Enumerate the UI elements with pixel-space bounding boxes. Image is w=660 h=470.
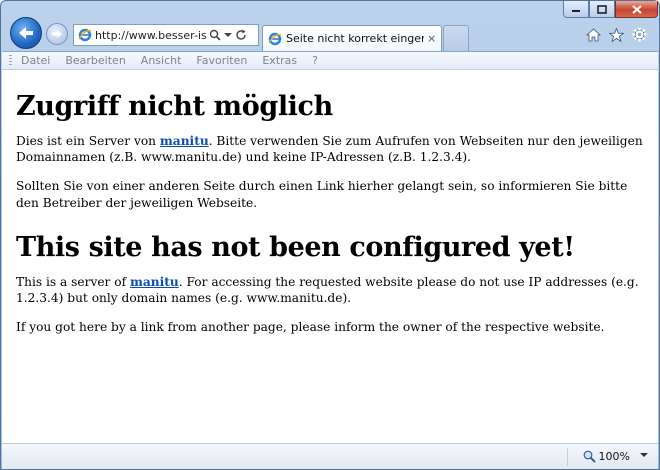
forward-arrow-icon — [52, 30, 62, 38]
close-window-button[interactable] — [615, 1, 658, 18]
zoom-dropdown-icon[interactable] — [640, 452, 648, 458]
manitu-link[interactable]: manitu — [160, 134, 209, 148]
title-bar: http://www.besser-ist... Seite nicht kor… — [1, 1, 659, 53]
forward-button[interactable] — [46, 23, 68, 45]
paragraph-server-de: Dies ist ein Server von manitu. Bitte ve… — [16, 133, 644, 165]
back-button[interactable] — [10, 17, 42, 49]
browser-window: http://www.besser-ist... Seite nicht kor… — [0, 0, 660, 470]
paragraph-text: Dies ist ein Server von — [16, 134, 160, 148]
menu-grip[interactable] — [9, 55, 12, 66]
window-controls — [563, 1, 658, 19]
paragraph-server-en: This is a server of manitu. For accessin… — [16, 274, 644, 306]
refresh-icon[interactable] — [235, 29, 247, 41]
page-heading-en: This site has not been configured yet! — [16, 231, 575, 263]
dropdown-icon[interactable] — [224, 32, 232, 38]
manitu-link[interactable]: manitu — [130, 275, 179, 289]
paragraph-text: This is a server of — [16, 274, 130, 289]
page-content: Zugriff nicht möglich Dies ist ein Serve… — [2, 70, 658, 443]
back-arrow-icon — [19, 27, 33, 39]
maximize-button[interactable] — [589, 1, 615, 18]
ie-logo-icon — [78, 28, 92, 42]
maximize-icon — [597, 4, 607, 14]
page-heading-de: Zugriff nicht möglich — [16, 91, 333, 122]
home-icon[interactable] — [586, 27, 601, 42]
minimize-icon — [572, 10, 580, 12]
menu-help[interactable]: ? — [312, 54, 318, 67]
command-icons — [586, 27, 647, 42]
menu-edit[interactable]: Bearbeiten — [65, 54, 125, 67]
zoom-icon — [583, 450, 596, 463]
status-bar: 100% — [2, 443, 658, 469]
menu-view[interactable]: Ansicht — [141, 54, 182, 67]
tab-close-icon[interactable]: × — [427, 32, 436, 45]
paragraph-referrer-de: Sollten Sie von einer anderen Seite durc… — [16, 179, 628, 210]
search-icon[interactable] — [209, 29, 221, 41]
menu-favorites[interactable]: Favoriten — [196, 54, 247, 67]
status-divider — [567, 448, 568, 466]
menu-tools[interactable]: Extras — [262, 54, 297, 67]
tools-gear-icon[interactable] — [632, 27, 647, 42]
address-bar[interactable]: http://www.besser-ist... — [73, 24, 259, 46]
ie-logo-icon — [268, 32, 282, 45]
tab-title: Seite nicht korrekt eingeric... — [286, 32, 424, 45]
tab-active[interactable]: Seite nicht korrekt eingeric... × — [262, 25, 442, 51]
close-icon — [631, 4, 642, 14]
favorites-star-icon[interactable] — [609, 27, 624, 42]
address-url[interactable]: http://www.besser-ist... — [95, 29, 207, 42]
minimize-button[interactable] — [563, 1, 589, 18]
paragraph-referrer-en: If you got here by a link from another p… — [16, 320, 605, 335]
menu-file[interactable]: Datei — [21, 54, 50, 67]
zoom-level: 100% — [598, 450, 630, 463]
zoom-control[interactable]: 100% — [583, 450, 630, 463]
menu-bar: Datei Bearbeiten Ansicht Favoriten Extra… — [2, 51, 658, 70]
new-tab-button[interactable] — [443, 25, 469, 51]
